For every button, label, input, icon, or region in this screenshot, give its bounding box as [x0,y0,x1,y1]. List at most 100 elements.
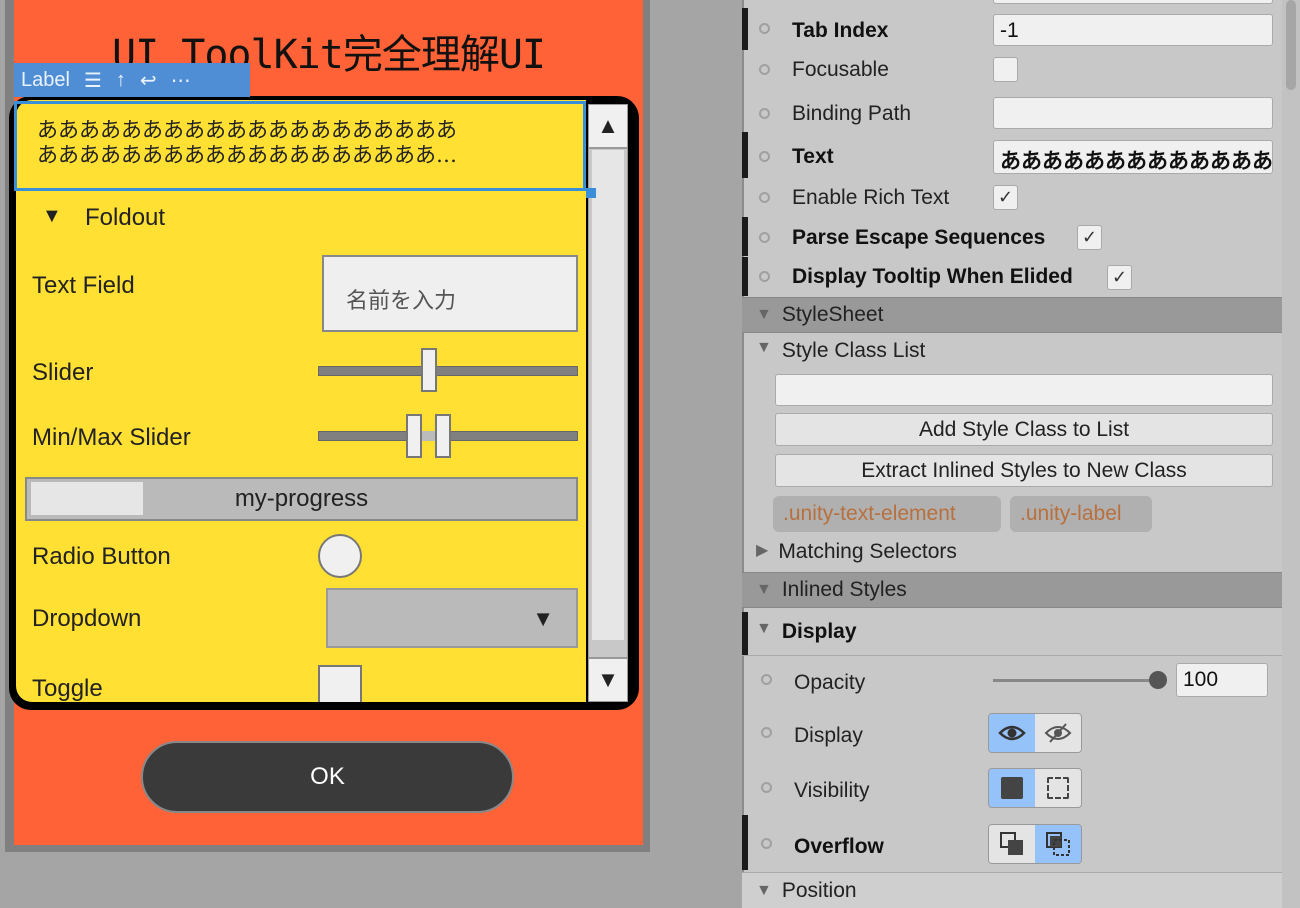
more-icon[interactable]: ⋯ [171,68,191,93]
scroll-down-button[interactable]: ▼ [588,658,628,702]
override-indicator [742,8,748,50]
binding-dot-icon[interactable] [759,108,770,119]
resize-handle[interactable] [586,188,596,198]
binding-dot-icon[interactable] [759,232,770,243]
binding-dot-icon[interactable] [761,838,772,849]
chevron-down-icon: ▼ [756,339,772,356]
tooltip-elided-checkbox[interactable]: ✓ [1107,265,1132,290]
eye-icon[interactable] [989,714,1035,752]
add-style-class-button[interactable]: Add Style Class to List [775,413,1273,446]
parse-escape-label: Parse Escape Sequences [792,226,1046,249]
focusable-checkbox[interactable] [993,57,1018,82]
binding-dot-icon[interactable] [761,674,772,685]
opacity-slider-thumb[interactable] [1149,671,1167,689]
chevron-down-icon: ▼ [756,306,772,323]
minmax-slider-min-thumb[interactable] [406,414,422,458]
dropdown-label: Dropdown [32,605,142,632]
display-section-label: Display [781,620,857,643]
align-icon[interactable]: ☰ [84,68,102,93]
style-class-list-label: Style Class List [781,339,926,362]
eye-hidden-icon[interactable] [1035,714,1081,752]
inlined-styles-label: Inlined Styles [781,578,907,601]
override-indicator [742,217,748,256]
visible-square-icon[interactable] [989,769,1035,807]
enable-rich-text-checkbox[interactable]: ✓ [993,185,1018,210]
scroll-up-button[interactable]: ▲ [588,104,628,148]
tab-index-label: Tab Index [792,19,889,42]
slider-thumb[interactable] [421,348,437,392]
foldout-arrow-icon[interactable]: ▼ [42,205,62,228]
binding-dot-icon[interactable] [759,23,770,34]
binding-dot-icon[interactable] [761,782,772,793]
chevron-down-icon: ▼ [756,620,772,637]
style-class-input[interactable] [775,374,1273,406]
chevron-down-icon: ▼ [532,606,554,631]
progress-label: my-progress [234,485,369,512]
binding-path-label: Binding Path [792,102,912,125]
position-section-label: Position [781,878,857,902]
align-top-icon[interactable]: ↑ [116,69,126,92]
previous-field[interactable] [993,0,1273,4]
selection-tag-name: Label [21,68,70,91]
inspector-scrollbar[interactable] [1282,0,1300,908]
binding-dot-icon[interactable] [759,192,770,203]
slider-track[interactable] [318,366,578,376]
extract-styles-button[interactable]: Extract Inlined Styles to New Class [775,454,1273,487]
override-indicator [742,815,748,870]
radio-button[interactable] [318,534,362,578]
binding-dot-icon[interactable] [761,727,772,738]
toggle-checkbox[interactable] [318,665,362,702]
text-input[interactable]: ああああああああああああああ [993,140,1273,174]
inspector-scrollbar-thumb[interactable] [1286,0,1296,90]
wrap-icon[interactable]: ↩ [140,68,157,93]
matching-selectors-foldout[interactable]: ▶ Matching Selectors [756,540,957,564]
override-indicator [742,257,748,296]
overflow-hidden-icon[interactable] [1035,825,1081,863]
binding-dot-icon[interactable] [759,151,770,162]
stylesheet-header[interactable]: ▼ StyleSheet [742,297,1282,333]
binding-path-input[interactable] [993,97,1273,129]
override-indicator [742,612,748,655]
enable-rich-text-label: Enable Rich Text [792,186,950,209]
chevron-right-icon: ▶ [756,542,769,559]
hidden-square-icon[interactable] [1035,769,1081,807]
overflow-toggle-group [988,824,1082,864]
focusable-label: Focusable [792,58,889,81]
stylesheet-header-label: StyleSheet [781,303,884,326]
binding-dot-icon[interactable] [759,64,770,75]
text-label: Text [792,145,834,168]
visibility-toggle-group [988,768,1082,808]
minmax-slider-label: Min/Max Slider [32,424,191,451]
minmax-slider-max-thumb[interactable] [435,414,451,458]
chevron-down-icon: ▼ [756,881,772,899]
style-class-list-foldout[interactable]: ▼ Style Class List [756,339,925,363]
scrollbar-thumb[interactable] [592,150,624,640]
tab-index-input[interactable]: -1 [993,14,1273,46]
visibility-label: Visibility [794,779,870,802]
selected-label[interactable]: ああああああああああああああああああああ あああああああああああああああああああ… [14,101,586,191]
class-chip[interactable]: .unity-label [1010,496,1152,532]
dropdown[interactable]: ▼ [326,588,578,648]
binding-dot-icon[interactable] [759,271,770,282]
foldout-label[interactable]: Foldout [85,204,165,232]
display-section-foldout[interactable]: ▼ Display [756,620,857,644]
selection-tag: Label ☰ ↑ ↩ ⋯ [14,63,250,97]
ok-button[interactable]: OK [141,741,514,813]
divider [742,655,1282,656]
inlined-styles-header[interactable]: ▼ Inlined Styles [742,572,1282,608]
position-section-foldout[interactable]: ▼ Position [742,872,1282,908]
parse-escape-checkbox[interactable]: ✓ [1077,225,1102,250]
class-chip[interactable]: .unity-text-element [773,496,1001,532]
text-field-label: Text Field [32,272,135,299]
tooltip-elided-label: Display Tooltip When Elided [792,265,1073,288]
opacity-input[interactable]: 100 [1176,663,1268,697]
matching-selectors-label: Matching Selectors [778,540,957,563]
opacity-label: Opacity [794,671,866,694]
opacity-slider-track[interactable] [993,679,1158,682]
text-field-input[interactable]: 名前を入力 [322,255,578,332]
radio-label: Radio Button [32,543,171,570]
overflow-visible-icon[interactable] [989,825,1035,863]
overflow-label: Overflow [794,835,884,858]
chevron-down-icon: ▼ [756,581,772,598]
label-text-line1: ああああああああああああああああああああ [37,118,457,142]
